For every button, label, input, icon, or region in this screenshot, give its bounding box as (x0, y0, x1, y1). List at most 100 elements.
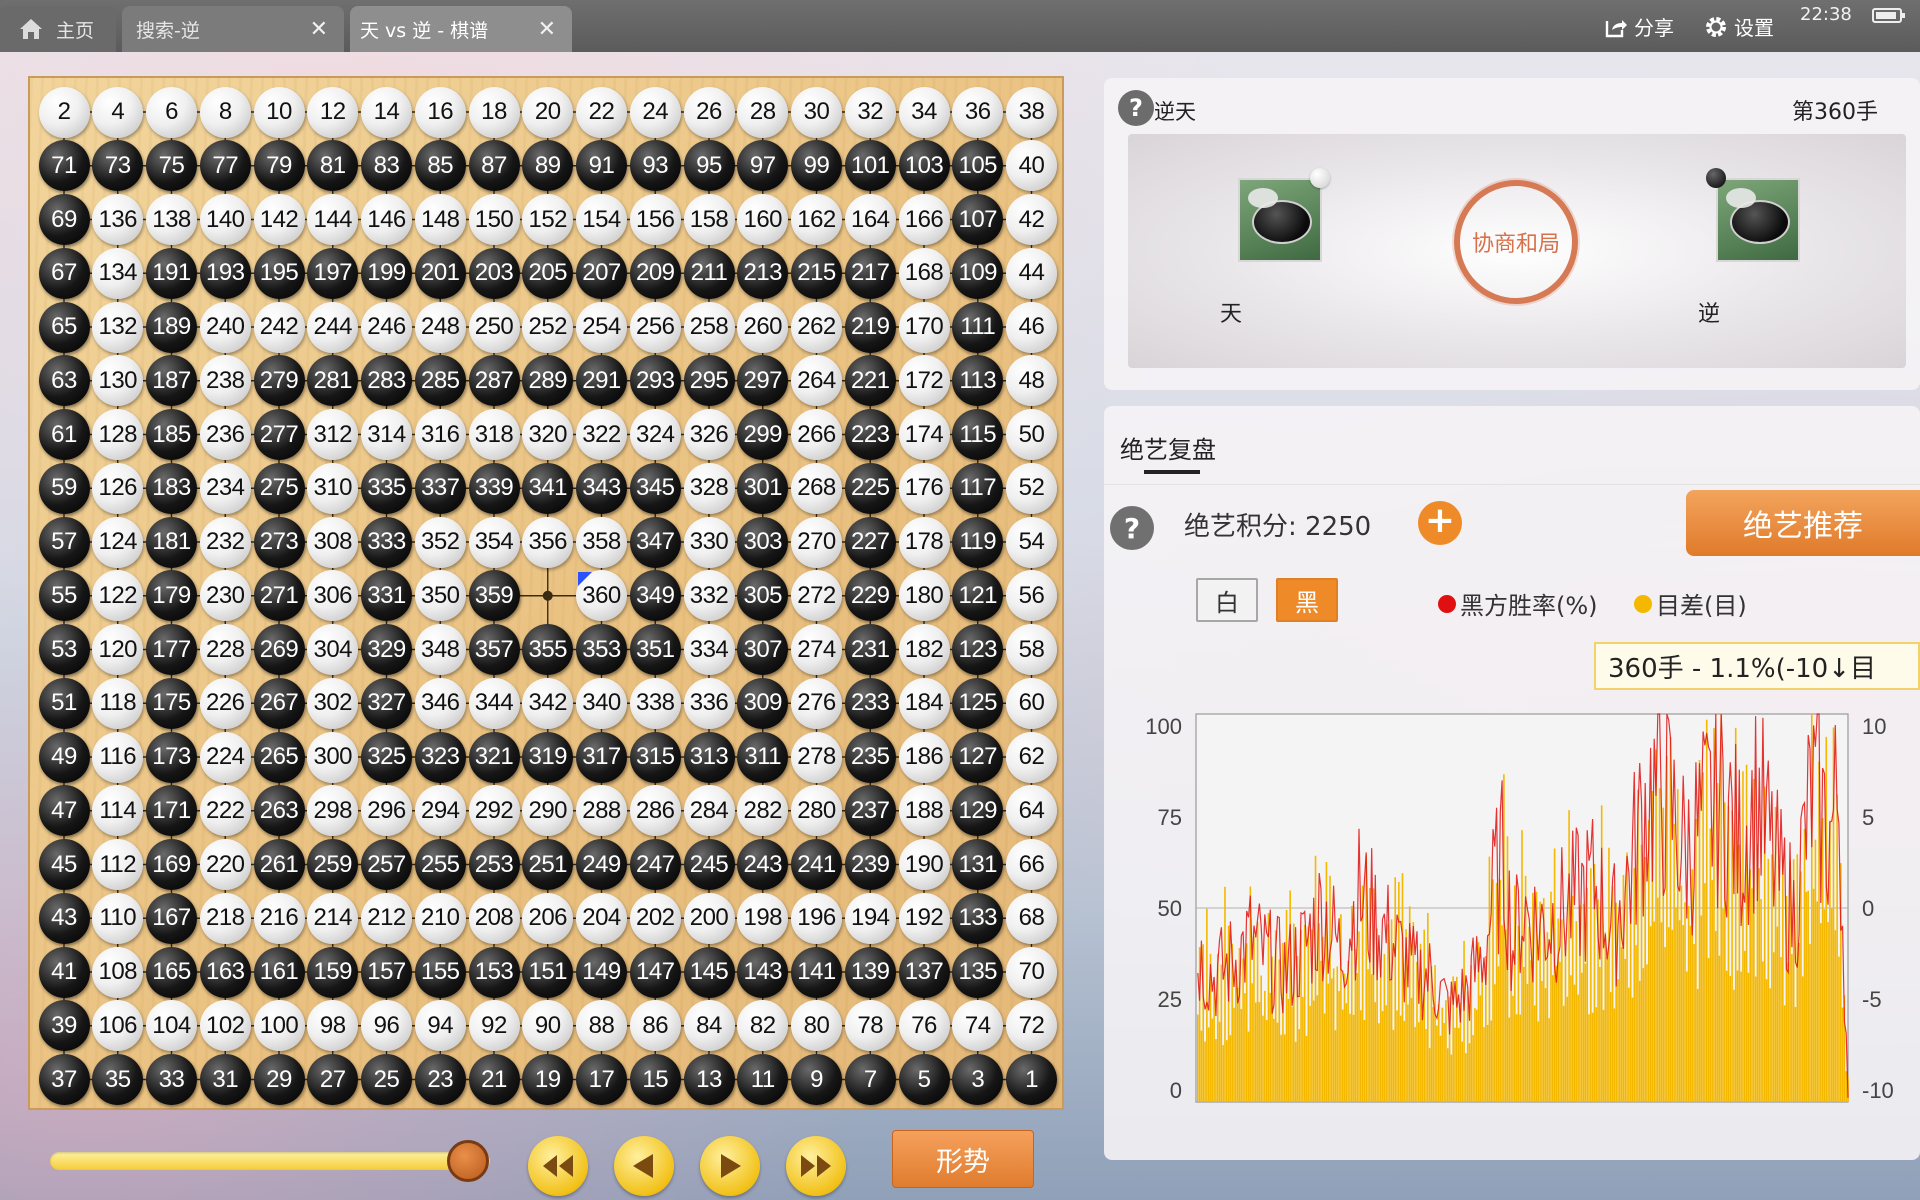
share-button[interactable]: 分享 (1604, 12, 1674, 41)
white-stone: 8 (199, 86, 251, 138)
black-stone: 55 (38, 570, 90, 622)
black-stone: 331 (361, 570, 412, 622)
legend-diff: 目差(目) (1634, 586, 1747, 621)
tab-search[interactable]: 搜索-逆 ✕ (122, 6, 344, 52)
white-stone: 342 (522, 677, 574, 729)
white-stone: 4 (92, 86, 144, 138)
black-stone: 325 (361, 731, 412, 783)
black-stone: 77 (199, 140, 251, 192)
black-stone: 147 (629, 946, 681, 998)
white-stone: 118 (92, 677, 144, 729)
white-stone: 222 (199, 785, 251, 837)
black-stone: 349 (629, 570, 681, 622)
black-stone: 221 (844, 355, 896, 407)
black-stone: 287 (468, 355, 520, 407)
white-stone: 32 (844, 86, 896, 138)
help-icon[interactable]: ? (1118, 90, 1154, 126)
white-stone: 178 (898, 516, 950, 568)
next-move-button[interactable] (700, 1136, 760, 1196)
first-move-button[interactable] (528, 1136, 588, 1196)
white-stone: 138 (146, 194, 197, 245)
white-stone: 50 (1006, 409, 1057, 460)
black-stone: 265 (253, 731, 305, 783)
white-stone: 274 (791, 624, 842, 675)
white-stone: 232 (199, 516, 251, 568)
white-stone: 272 (791, 570, 842, 622)
black-stone: 341 (522, 462, 574, 514)
add-score-button[interactable]: + (1418, 501, 1462, 545)
black-stone: 51 (38, 677, 90, 729)
white-stone: 238 (199, 355, 251, 407)
black-stone: 355 (522, 624, 574, 675)
black-stone: 313 (683, 731, 735, 783)
black-stone: 285 (414, 355, 466, 407)
white-stone: 268 (791, 462, 842, 514)
white-stone-indicator (1310, 168, 1330, 188)
black-stone: 217 (844, 247, 896, 299)
black-stone: 247 (629, 839, 681, 890)
white-stone: 186 (898, 731, 950, 783)
black-stone: 49 (38, 731, 90, 783)
white-stone: 328 (683, 462, 735, 514)
move-slider-track[interactable] (50, 1152, 490, 1170)
black-stone: 281 (307, 355, 359, 407)
last-move-button[interactable] (786, 1136, 846, 1196)
tab-game-label: 天 vs 逆 - 棋谱 (360, 19, 489, 42)
black-stone: 183 (146, 462, 197, 514)
move-slider-handle[interactable] (447, 1140, 489, 1182)
white-stone: 66 (1006, 839, 1057, 890)
black-stone: 169 (146, 839, 197, 890)
help-icon[interactable]: ? (1110, 506, 1154, 550)
white-stone: 6 (146, 86, 197, 138)
black-side-button[interactable]: 黑 (1276, 578, 1338, 622)
black-stone: 271 (253, 570, 305, 622)
winrate-chart[interactable]: 10075502501050-5-10 (1104, 690, 1920, 1120)
white-stone: 40 (1006, 140, 1057, 192)
black-stone: 187 (146, 355, 197, 407)
black-stone: 263 (253, 785, 305, 837)
white-stone: 120 (92, 624, 144, 675)
share-icon (1605, 19, 1627, 37)
black-stone: 353 (576, 624, 627, 675)
black-stone: 213 (737, 247, 789, 299)
tab-game-record[interactable]: 天 vs 逆 - 棋谱 ✕ (350, 6, 572, 52)
settings-button[interactable]: 设置 (1704, 12, 1774, 41)
tab-underline (1144, 470, 1200, 474)
close-icon[interactable]: ✕ (310, 17, 328, 42)
black-stone: 137 (898, 946, 950, 998)
white-stone: 260 (737, 301, 789, 353)
white-stone: 316 (414, 409, 466, 460)
ai-recommend-button[interactable]: 绝艺推荐 (1686, 490, 1920, 556)
white-stone: 46 (1006, 301, 1057, 353)
black-stone: 357 (468, 624, 520, 675)
black-stone: 231 (844, 624, 896, 675)
white-stone: 332 (683, 570, 735, 622)
black-stone: 173 (146, 731, 197, 783)
tab-home[interactable]: 主页 (0, 6, 116, 52)
close-icon[interactable]: ✕ (538, 17, 556, 42)
white-stone: 308 (307, 516, 359, 568)
share-label: 分享 (1634, 16, 1674, 40)
white-stone: 224 (199, 731, 251, 783)
white-side-button[interactable]: 白 (1196, 578, 1258, 622)
black-player-avatar[interactable] (1716, 178, 1800, 262)
white-stone: 216 (253, 892, 305, 944)
go-board[interactable]: 2 4 6 8 10 12 14 16 18 20 22 24 26 28 30 32 34 36 38 71 73 75… (28, 76, 1064, 1110)
white-stone: 42 (1006, 194, 1057, 245)
black-stone: 327 (361, 677, 412, 729)
black-stone: 151 (522, 946, 574, 998)
black-stone: 253 (468, 839, 520, 890)
white-stone: 114 (92, 785, 144, 837)
white-player-avatar[interactable] (1238, 178, 1322, 262)
fast-backward-icon (543, 1155, 573, 1177)
black-stone: 93 (629, 140, 681, 192)
prev-move-button[interactable] (614, 1136, 674, 1196)
right-tick-label: -5 (1862, 987, 1882, 1012)
white-stone: 96 (361, 1000, 412, 1052)
white-stone: 58 (1006, 624, 1057, 675)
tab-ai-review[interactable]: 绝艺复盘 (1120, 430, 1216, 465)
black-stone: 269 (253, 624, 305, 675)
white-stone: 112 (92, 839, 144, 890)
black-stone: 305 (737, 570, 789, 622)
position-evaluation-button[interactable]: 形势 (892, 1130, 1034, 1188)
